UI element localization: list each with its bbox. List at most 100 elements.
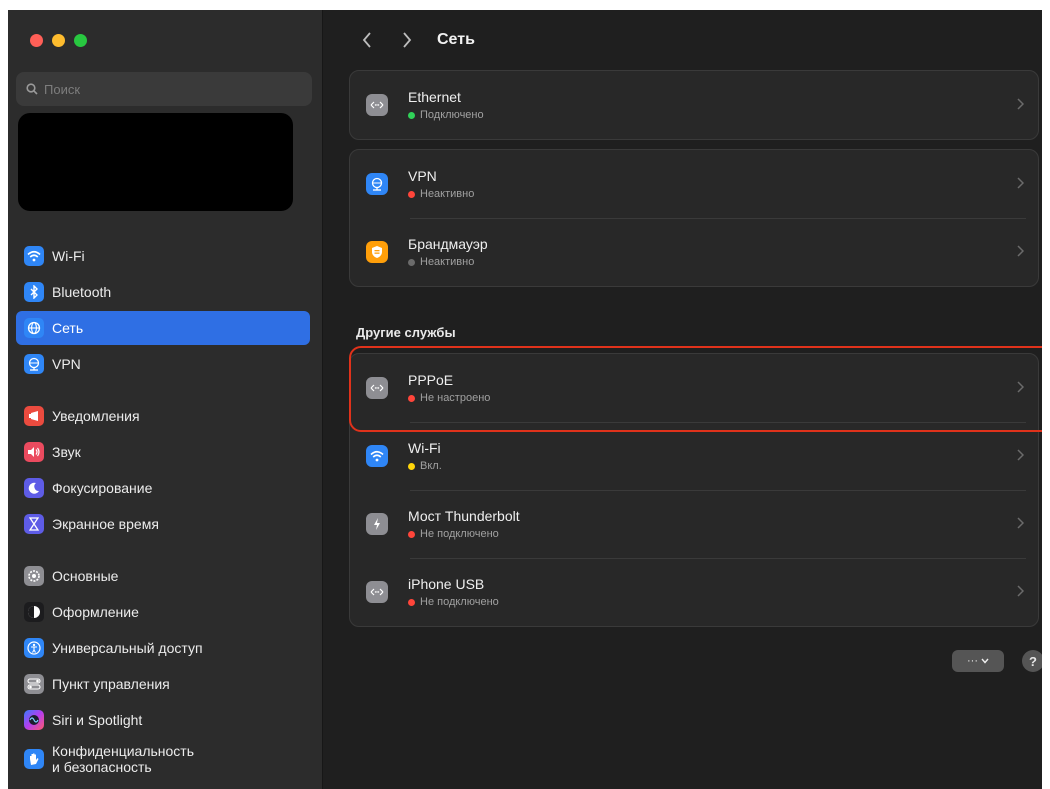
firewall-icon — [366, 241, 388, 263]
thunderbolt-icon — [366, 513, 388, 535]
forward-button[interactable] — [396, 29, 418, 51]
sidebar-item-control-center[interactable]: Пункт управления — [16, 667, 310, 701]
page-title: Сеть — [437, 31, 475, 48]
sidebar-item-privacy-security[interactable]: Конфиденциальность и безопасность — [16, 737, 310, 781]
chevron-right-icon — [1017, 177, 1024, 189]
status-text: Неактивно — [420, 256, 475, 268]
sidebar-item-general[interactable]: Основные — [16, 559, 310, 593]
sidebar-item-label: Фокусирование — [52, 480, 153, 496]
control-center-icon — [24, 674, 44, 694]
sidebar-item-label-line2: и безопасность — [52, 759, 152, 775]
service-name: Ethernet — [408, 89, 461, 105]
siri-icon — [24, 710, 44, 730]
settings-window: Поиск Wi-Fi Bluetooth Сеть VPN Уведомлен… — [8, 10, 1042, 789]
main-content: Сеть Ethernet Подключено VPN Неактивно Б… — [324, 10, 1042, 789]
service-name: VPN — [408, 168, 437, 184]
more-actions-button[interactable]: ··· — [952, 650, 1004, 672]
vpn-firewall-group: VPN Неактивно Брандмауэр Неактивно — [349, 149, 1039, 287]
back-button[interactable] — [356, 29, 378, 51]
zoom-button[interactable] — [74, 34, 87, 47]
chevron-right-icon — [1017, 585, 1024, 597]
sidebar-item-label: Основные — [52, 568, 119, 584]
search-input[interactable]: Поиск — [16, 72, 312, 106]
sidebar-item-label: VPN — [52, 356, 81, 372]
sidebar-item-label: Конфиденциальность и безопасность — [52, 743, 194, 775]
chevron-right-icon — [1017, 381, 1024, 393]
sidebar-item-vpn[interactable]: VPN — [16, 347, 310, 381]
sidebar-item-appearance[interactable]: Оформление — [16, 595, 310, 629]
chevron-right-icon — [1017, 517, 1024, 529]
sidebar-item-label: Оформление — [52, 604, 139, 620]
sidebar-item-label: Сеть — [52, 320, 84, 336]
search-icon — [26, 83, 38, 95]
ethernet-icon — [366, 377, 388, 399]
sidebar-item-notifications[interactable]: Уведомления — [16, 399, 310, 433]
accessibility-icon — [24, 638, 44, 658]
service-row-thunderbolt-bridge[interactable]: Мост Thunderbolt Не подключено — [350, 490, 1038, 558]
bluetooth-icon — [24, 282, 44, 302]
service-row-vpn[interactable]: VPN Неактивно — [350, 150, 1038, 218]
sidebar-item-label: Звук — [52, 444, 81, 460]
wifi-icon — [24, 246, 44, 266]
service-status: Не подключено — [408, 528, 520, 540]
service-status: Не настроено — [408, 392, 490, 404]
service-status: Не подключено — [408, 596, 499, 608]
privacy-hand-icon — [24, 749, 44, 769]
apple-account-card[interactable] — [18, 113, 293, 211]
ethernet-icon — [366, 94, 388, 116]
ellipsis-icon: ··· — [967, 655, 978, 667]
moon-icon — [24, 478, 44, 498]
status-text: Вкл. — [420, 460, 442, 472]
other-services-group: PPPoE Не настроено Wi-Fi Вкл. Мост Thund… — [349, 353, 1039, 627]
service-row-ethernet[interactable]: Ethernet Подключено — [350, 71, 1038, 139]
status-dot-red — [408, 598, 415, 606]
sidebar-item-label: Уведомления — [52, 408, 140, 424]
ethernet-icon — [366, 581, 388, 603]
sidebar-item-wifi[interactable]: Wi-Fi — [16, 239, 310, 273]
sidebar-item-label: Siri и Spotlight — [52, 712, 143, 728]
service-name: Брандмауэр — [408, 236, 488, 252]
sidebar-item-label: Экранное время — [52, 516, 159, 532]
status-text: Неактивно — [420, 188, 475, 200]
search-placeholder: Поиск — [44, 81, 81, 97]
section-title-other-services: Другие службы — [356, 325, 456, 340]
sidebar-item-sound[interactable]: Звук — [16, 435, 310, 469]
sidebar-item-focus[interactable]: Фокусирование — [16, 471, 310, 505]
service-status: Вкл. — [408, 460, 442, 472]
service-status: Неактивно — [408, 256, 488, 268]
status-dot-red — [408, 530, 415, 538]
service-name: iPhone USB — [408, 576, 485, 592]
chevron-right-icon — [403, 32, 412, 48]
service-status: Подключено — [408, 109, 484, 121]
window-controls — [30, 34, 87, 47]
service-row-pppoe[interactable]: PPPoE Не настроено — [350, 354, 1038, 422]
chevron-down-icon — [981, 658, 989, 664]
globe-icon — [24, 318, 44, 338]
chevron-right-icon — [1017, 98, 1024, 110]
vpn-globe-icon — [366, 173, 388, 195]
status-text: Не подключено — [420, 596, 499, 608]
status-dot-green — [408, 111, 415, 119]
service-row-wifi[interactable]: Wi-Fi Вкл. — [350, 422, 1038, 490]
vpn-globe-icon — [24, 354, 44, 374]
sidebar-item-label: Bluetooth — [52, 284, 112, 300]
help-button[interactable]: ? — [1022, 650, 1042, 672]
close-button[interactable] — [30, 34, 43, 47]
sidebar-item-bluetooth[interactable]: Bluetooth — [16, 275, 310, 309]
status-dot-red — [408, 190, 415, 198]
sidebar-item-label: Wi-Fi — [52, 248, 85, 264]
sidebar-item-label: Универсальный доступ — [52, 640, 203, 656]
status-dot-yellow — [408, 462, 415, 470]
hourglass-icon — [24, 514, 44, 534]
sidebar-item-siri-spotlight[interactable]: Siri и Spotlight — [16, 703, 310, 737]
status-dot-red — [408, 394, 415, 402]
sidebar-item-screen-time[interactable]: Экранное время — [16, 507, 310, 541]
sidebar-item-network[interactable]: Сеть — [16, 311, 310, 345]
status-text: Не подключено — [420, 528, 499, 540]
status-text: Не настроено — [420, 392, 491, 404]
service-row-firewall[interactable]: Брандмауэр Неактивно — [350, 218, 1038, 286]
service-row-iphone-usb[interactable]: iPhone USB Не подключено — [350, 558, 1038, 626]
service-name: Wi-Fi — [408, 440, 441, 456]
minimize-button[interactable] — [52, 34, 65, 47]
sidebar-item-accessibility[interactable]: Универсальный доступ — [16, 631, 310, 665]
